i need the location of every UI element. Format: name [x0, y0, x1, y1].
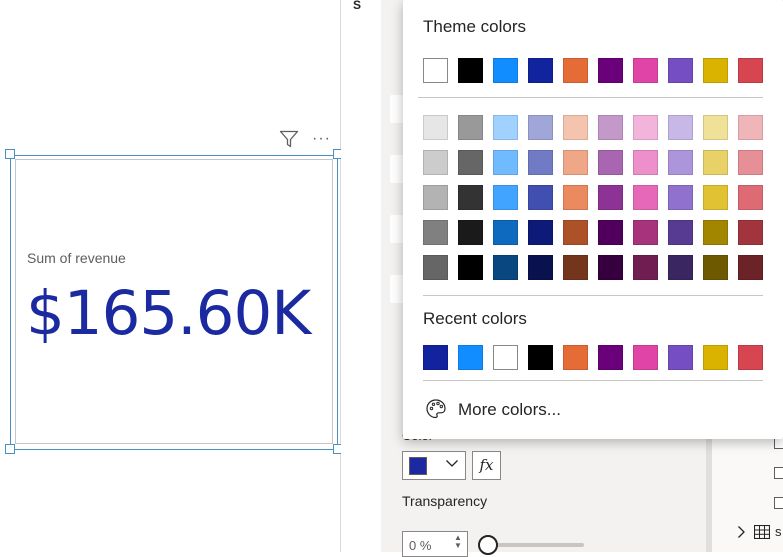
shade-color-swatch[interactable] [493, 220, 518, 245]
shade-color-swatch[interactable] [703, 255, 728, 280]
recent-color-swatch[interactable] [668, 345, 693, 370]
pane-strip-label: S [353, 0, 362, 12]
more-colors-label: More colors... [458, 400, 561, 419]
shade-color-swatch[interactable] [738, 150, 763, 175]
field-checkbox[interactable] [774, 467, 783, 479]
card-value: $165.60K [26, 278, 311, 349]
shade-color-swatch[interactable] [458, 115, 483, 140]
recent-color-swatch[interactable] [703, 345, 728, 370]
shade-color-swatch[interactable] [598, 255, 623, 280]
theme-color-swatch[interactable] [423, 58, 448, 83]
shade-color-swatch[interactable] [598, 115, 623, 140]
theme-color-swatch[interactable] [458, 58, 483, 83]
recent-color-swatch[interactable] [633, 345, 658, 370]
theme-color-swatch[interactable] [668, 58, 693, 83]
recent-color-swatch[interactable] [738, 345, 763, 370]
shade-color-swatch[interactable] [598, 150, 623, 175]
shade-color-swatch[interactable] [493, 255, 518, 280]
shade-color-swatch[interactable] [563, 255, 588, 280]
transparency-slider-track[interactable] [488, 543, 584, 547]
transparency-label: Transparency [402, 493, 488, 509]
chevron-right-icon[interactable] [735, 525, 747, 539]
shade-color-swatch[interactable] [493, 115, 518, 140]
resize-handle-bottom-left[interactable] [5, 444, 15, 454]
shade-color-swatch[interactable] [528, 255, 553, 280]
shade-color-swatch[interactable] [738, 115, 763, 140]
divider [418, 97, 763, 98]
shade-color-swatch[interactable] [703, 220, 728, 245]
filter-icon[interactable] [279, 129, 299, 149]
shade-color-swatch[interactable] [493, 150, 518, 175]
shade-color-swatch[interactable] [633, 150, 658, 175]
shade-color-swatch[interactable] [493, 185, 518, 210]
card-category-label: Sum of revenue [27, 250, 126, 266]
shade-color-swatch[interactable] [528, 150, 553, 175]
recent-color-swatch[interactable] [423, 345, 448, 370]
shade-color-swatch[interactable] [563, 115, 588, 140]
theme-color-swatch[interactable] [703, 58, 728, 83]
shade-color-swatch[interactable] [703, 185, 728, 210]
theme-color-swatch[interactable] [528, 58, 553, 83]
shade-color-swatch[interactable] [668, 150, 693, 175]
theme-colors-title: Theme colors [423, 17, 526, 36]
shade-color-swatch[interactable] [563, 150, 588, 175]
transparency-slider-thumb[interactable] [478, 535, 498, 555]
recent-color-swatch[interactable] [458, 345, 483, 370]
shade-color-swatch[interactable] [668, 220, 693, 245]
shade-color-swatch[interactable] [423, 220, 448, 245]
shade-color-swatch[interactable] [738, 255, 763, 280]
divider [423, 295, 763, 296]
shade-color-swatch[interactable] [563, 220, 588, 245]
shade-color-swatch[interactable] [668, 115, 693, 140]
pane-collapsed-strip [341, 0, 381, 552]
shade-color-swatch[interactable] [598, 185, 623, 210]
theme-color-swatch[interactable] [633, 58, 658, 83]
palette-icon [425, 398, 447, 420]
shade-color-swatch[interactable] [668, 255, 693, 280]
shade-color-swatch[interactable] [633, 255, 658, 280]
recent-color-swatch[interactable] [598, 345, 623, 370]
shade-color-swatch[interactable] [738, 185, 763, 210]
recent-color-swatch[interactable] [493, 345, 518, 370]
recent-color-swatch[interactable] [528, 345, 553, 370]
divider [423, 380, 763, 381]
shade-color-swatch[interactable] [423, 150, 448, 175]
shade-color-swatch[interactable] [633, 220, 658, 245]
recent-color-swatch[interactable] [563, 345, 588, 370]
shade-color-swatch[interactable] [703, 150, 728, 175]
color-dropdown[interactable] [402, 451, 466, 480]
theme-color-swatch[interactable] [738, 58, 763, 83]
shade-color-swatch[interactable] [633, 185, 658, 210]
spin-arrows-icon[interactable]: ▲ ▼ [454, 534, 462, 550]
shade-color-swatch[interactable] [528, 220, 553, 245]
conditional-formatting-button[interactable]: fx [472, 451, 501, 480]
selected-color-swatch [409, 457, 427, 475]
shade-color-swatch[interactable] [423, 185, 448, 210]
field-checkbox[interactable] [774, 497, 783, 509]
shade-color-swatch[interactable] [528, 185, 553, 210]
theme-color-swatch[interactable] [563, 58, 588, 83]
recent-colors-title: Recent colors [423, 309, 527, 328]
chevron-down-icon [445, 456, 459, 470]
shade-color-swatch[interactable] [563, 185, 588, 210]
table-icon [753, 524, 771, 540]
shade-color-swatch[interactable] [703, 115, 728, 140]
shade-color-swatch[interactable] [528, 115, 553, 140]
shade-color-swatch[interactable] [423, 255, 448, 280]
theme-color-swatch[interactable] [598, 58, 623, 83]
shade-color-swatch[interactable] [633, 115, 658, 140]
shade-color-swatch[interactable] [598, 220, 623, 245]
shade-color-swatch[interactable] [423, 115, 448, 140]
theme-color-swatch[interactable] [493, 58, 518, 83]
resize-handle-top-left[interactable] [5, 149, 15, 159]
shade-color-swatch[interactable] [738, 220, 763, 245]
color-picker-popup: Theme colors Recent colors More colors..… [403, 0, 783, 439]
shade-color-swatch[interactable] [458, 255, 483, 280]
more-options-icon[interactable]: ··· [312, 130, 336, 148]
shade-color-swatch[interactable] [458, 220, 483, 245]
shade-color-swatch[interactable] [458, 185, 483, 210]
shade-color-swatch[interactable] [458, 150, 483, 175]
table-field-label: s [775, 524, 782, 539]
shade-color-swatch[interactable] [668, 185, 693, 210]
